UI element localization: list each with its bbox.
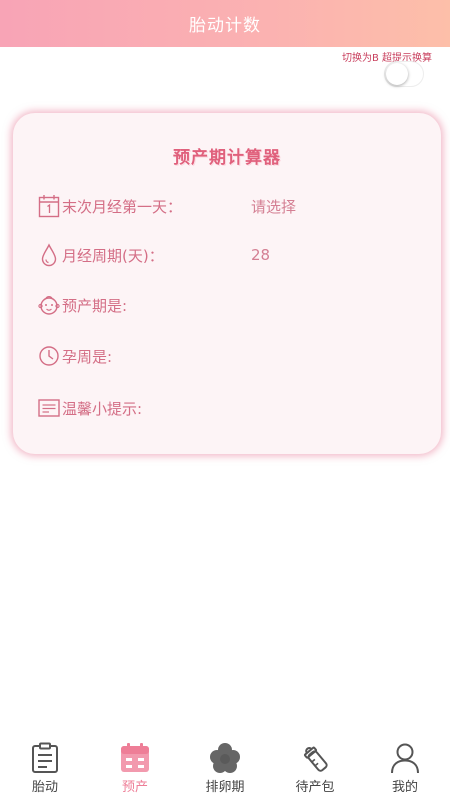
tab-hospital-bag[interactable]: 待产包 [270, 734, 360, 800]
card-title: 预产期计算器 [173, 148, 281, 168]
tab-label: 排卵期 [205, 780, 245, 795]
tab-label: 预产 [121, 780, 148, 795]
row-label: 孕周是: [62, 347, 113, 366]
last-period-select[interactable]: 请选择 [251, 196, 296, 217]
app-root: 胎动计数 切换为B 超提示换算 预产期计算器 末次月经第一天： 请选择 月经周期… [0, 0, 450, 800]
cycle-length-input[interactable]: 28 [251, 246, 270, 264]
tab-ovulation[interactable]: 排卵期 [180, 734, 270, 800]
baby-face-icon [38, 293, 60, 317]
row-pregnancy-week: 孕周是: [38, 342, 112, 370]
tab-label: 胎动 [31, 780, 58, 795]
row-last-period: 末次月经第一天： 请选择 [38, 192, 296, 220]
row-label: 末次月经第一天： [62, 197, 183, 216]
toggle-knob [386, 63, 408, 85]
tab-label: 我的 [391, 780, 418, 795]
bottom-tab-bar: 胎动 预产 排卵期 待产包 我的 [0, 734, 450, 800]
row-label: 预产期是: [62, 296, 128, 315]
baby-bottle-icon [299, 742, 331, 774]
tab-due-date[interactable]: 预产 [90, 734, 180, 800]
switch-label: 切换为B 超提示换算 [341, 53, 432, 64]
tab-label: 待产包 [295, 780, 335, 795]
person-icon [389, 742, 421, 774]
page-title: 胎动计数 [189, 16, 261, 36]
switch-row: 切换为B 超提示换算 [342, 46, 432, 65]
tab-mine[interactable]: 我的 [360, 734, 450, 800]
calendar-icon [38, 194, 60, 218]
due-date-calculator-card: 预产期计算器 末次月经第一天： 请选择 月经周期(天)： 28 预产期是: 孕周… [13, 113, 441, 454]
calendar-icon [119, 742, 151, 774]
drop-icon [38, 243, 60, 267]
row-label: 月经周期(天)： [62, 246, 164, 265]
note-icon [38, 396, 60, 420]
app-header: 胎动计数 [0, 0, 450, 47]
clock-icon [38, 344, 60, 368]
row-cycle-length: 月经周期(天)： 28 [38, 241, 270, 269]
row-due-date: 预产期是: [38, 291, 127, 319]
row-label: 温馨小提示: [62, 399, 143, 418]
row-tip: 温馨小提示: [38, 394, 142, 422]
clipboard-icon [29, 742, 61, 774]
b-ultrasound-toggle[interactable] [384, 61, 424, 87]
flower-icon [209, 742, 241, 774]
tab-fetal-movement[interactable]: 胎动 [0, 734, 90, 800]
